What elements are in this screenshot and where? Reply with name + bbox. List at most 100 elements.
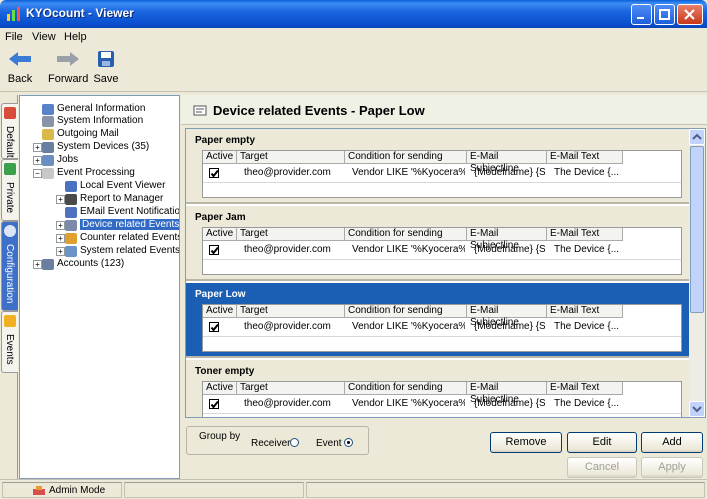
column-active[interactable]: Active: [203, 305, 237, 318]
column-active[interactable]: Active: [203, 382, 237, 395]
menu-file[interactable]: File: [5, 31, 23, 43]
menu-help[interactable]: Help: [64, 31, 87, 43]
tree-item-report-to-manager[interactable]: Report to Manager: [65, 193, 163, 205]
column-email-text[interactable]: E-Mail Text: [547, 228, 623, 241]
cell-text[interactable]: The Device {...: [549, 396, 621, 412]
maximize-button[interactable]: [654, 4, 675, 25]
tree-item-outgoing-mail[interactable]: Outgoing Mail: [42, 128, 119, 140]
column-target[interactable]: Target: [237, 151, 345, 164]
expand-device-related-events[interactable]: +: [56, 221, 65, 230]
expand-counter-related-events[interactable]: +: [56, 234, 65, 243]
section-title: Paper empty: [195, 135, 256, 146]
minimize-button[interactable]: [631, 4, 652, 25]
column-subjectline[interactable]: E-Mail Subjectline: [467, 228, 547, 251]
tree-item-event-processing[interactable]: Event Processing: [42, 167, 135, 179]
expand-jobs[interactable]: +: [33, 156, 42, 165]
events-scroll-area: Paper empty Active Target Condition for …: [185, 128, 706, 418]
cancel-button[interactable]: Cancel: [567, 457, 637, 478]
tree-item-system-devices[interactable]: System Devices (35): [42, 141, 149, 153]
column-condition[interactable]: Condition for sending: [345, 305, 467, 318]
expand-system-related-events[interactable]: +: [56, 247, 65, 256]
save-button[interactable]: Save: [92, 50, 120, 85]
event-radio-label[interactable]: Event: [316, 438, 342, 449]
section-title: Paper Low: [195, 289, 246, 300]
cell-condition[interactable]: Vendor LIKE '%Kyocera%': [347, 242, 465, 258]
vertical-scrollbar[interactable]: [689, 129, 705, 417]
column-condition[interactable]: Condition for sending: [345, 382, 467, 395]
default-tab-icon: [4, 107, 16, 119]
menu-view[interactable]: View: [32, 31, 56, 43]
section-paper-low[interactable]: Paper Low Active Target Condition for se…: [186, 283, 690, 358]
scroll-down-button[interactable]: [689, 401, 705, 417]
tree-item-jobs[interactable]: Jobs: [42, 154, 78, 166]
cell-text[interactable]: The Device {...: [549, 242, 621, 258]
tab-default[interactable]: Default: [1, 103, 18, 159]
remove-button[interactable]: Remove: [490, 432, 562, 453]
cell-text[interactable]: The Device {...: [549, 319, 621, 335]
apply-button[interactable]: Apply: [641, 457, 703, 478]
column-target[interactable]: Target: [237, 382, 345, 395]
collapse-event-processing[interactable]: −: [33, 169, 42, 178]
menu-bar: File View Help: [0, 28, 707, 46]
active-checkbox[interactable]: [209, 322, 219, 332]
column-email-text[interactable]: E-Mail Text: [547, 305, 623, 318]
cell-target[interactable]: theo@provider.com: [239, 242, 343, 258]
active-checkbox[interactable]: [209, 168, 219, 178]
cell-condition[interactable]: Vendor LIKE '%Kyocera%': [347, 165, 465, 181]
column-subjectline[interactable]: E-Mail Subjectline: [467, 382, 547, 405]
edit-button[interactable]: Edit: [567, 432, 637, 453]
tab-private[interactable]: Private: [1, 159, 18, 221]
cell-condition[interactable]: Vendor LIKE '%Kyocera%': [347, 319, 465, 335]
column-target[interactable]: Target: [237, 305, 345, 318]
section-paper-empty[interactable]: Paper empty Active Target Condition for …: [186, 129, 690, 204]
column-email-text[interactable]: E-Mail Text: [547, 151, 623, 164]
expand-system-devices[interactable]: +: [33, 143, 42, 152]
column-subjectline[interactable]: E-Mail Subjectline: [467, 305, 547, 328]
cell-target[interactable]: theo@provider.com: [239, 165, 343, 181]
system-icon: [42, 115, 54, 127]
cell-subject[interactable]: {Modelname} {S...: [469, 396, 545, 412]
expand-report-to-manager[interactable]: +: [56, 195, 65, 204]
cell-condition[interactable]: Vendor LIKE '%Kyocera%': [347, 396, 465, 412]
tab-events[interactable]: Events: [1, 311, 18, 373]
tree-item-system-information[interactable]: System Information: [42, 115, 143, 127]
cell-target[interactable]: theo@provider.com: [239, 396, 343, 412]
receiver-radio[interactable]: [290, 438, 299, 447]
section-toner-empty[interactable]: Toner empty Active Target Condition for …: [186, 360, 690, 417]
navigation-tree: General Information System Information O…: [19, 95, 180, 479]
cell-target[interactable]: theo@provider.com: [239, 319, 343, 335]
column-active[interactable]: Active: [203, 228, 237, 241]
cell-subject[interactable]: {Modelname} {S...: [469, 242, 545, 258]
tab-configuration[interactable]: Configuration: [1, 221, 18, 311]
section-paper-jam[interactable]: Paper Jam Active Target Condition for se…: [186, 206, 690, 281]
tree-item-counter-related-events[interactable]: Counter related Events: [65, 232, 179, 244]
receiver-radio-label[interactable]: Receiver: [251, 438, 290, 449]
add-button[interactable]: Add: [641, 432, 703, 453]
column-email-text[interactable]: E-Mail Text: [547, 382, 623, 395]
tree-item-device-related-events[interactable]: Device related Events: [65, 219, 179, 231]
tree-item-email-event-notification[interactable]: EMail Event Notification: [65, 206, 179, 218]
back-button[interactable]: Back: [6, 50, 34, 85]
expand-accounts[interactable]: +: [33, 260, 42, 269]
tree-item-accounts[interactable]: Accounts (123): [42, 258, 124, 270]
column-target[interactable]: Target: [237, 228, 345, 241]
column-active[interactable]: Active: [203, 151, 237, 164]
scroll-thumb[interactable]: [690, 146, 704, 313]
tree-item-local-event-viewer[interactable]: Local Event Viewer: [65, 180, 165, 192]
cell-subject[interactable]: {Modelname} {S...: [469, 319, 545, 335]
cell-text[interactable]: The Device {...: [549, 165, 621, 181]
column-condition[interactable]: Condition for sending: [345, 228, 467, 241]
cell-subject[interactable]: {Modelname} {S...: [469, 165, 545, 181]
active-checkbox[interactable]: [209, 399, 219, 409]
column-subjectline[interactable]: E-Mail Subjectline: [467, 151, 547, 174]
column-condition[interactable]: Condition for sending: [345, 151, 467, 164]
tree-item-system-related-events[interactable]: System related Events: [65, 245, 179, 257]
tree-item-general-information[interactable]: General Information: [42, 103, 145, 115]
status-bar: Admin Mode: [0, 479, 707, 499]
active-checkbox[interactable]: [209, 245, 219, 255]
event-radio[interactable]: [344, 438, 353, 447]
close-button[interactable]: [677, 4, 703, 25]
main-panel: Device related Events - Paper Low Paper …: [181, 95, 707, 479]
forward-button[interactable]: Forward: [48, 50, 88, 85]
scroll-up-button[interactable]: [689, 129, 705, 145]
